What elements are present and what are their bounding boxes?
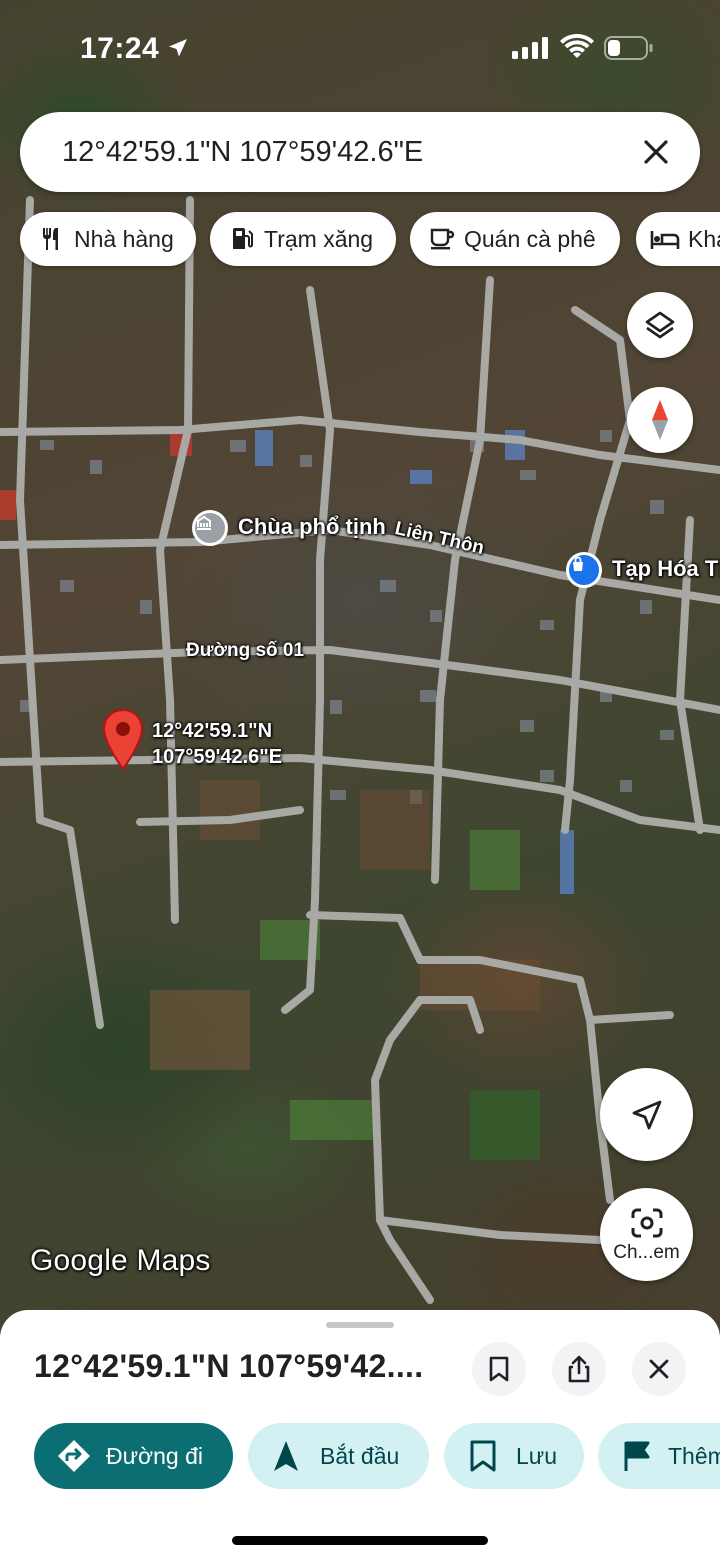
save-button[interactable]: Lưu (444, 1423, 584, 1489)
start-button[interactable]: Bắt đầu (248, 1423, 429, 1489)
pin-longitude: 107°59'42.6"E (152, 746, 283, 768)
my-location-button[interactable] (600, 1068, 693, 1161)
save-icon-button[interactable] (472, 1342, 526, 1396)
chip-label: Quán cà phê (464, 225, 596, 252)
coffee-icon (430, 228, 455, 250)
close-icon[interactable] (636, 132, 676, 172)
road-label-duong-so-01: Đường số 01 (186, 640, 305, 661)
temple-poi-icon[interactable] (192, 510, 228, 546)
lens-camera-button[interactable]: Ch...em (600, 1188, 693, 1281)
camera-lens-icon (631, 1208, 662, 1237)
map-layers-button[interactable] (627, 292, 693, 358)
wifi-icon (560, 34, 594, 58)
chip-label: Kha (688, 225, 720, 252)
shop-poi-icon[interactable] (566, 552, 602, 588)
chip-label: Nhà hàng (74, 225, 174, 252)
save-label: Lưu (516, 1442, 557, 1469)
pin-coordinates-label: 12°42'59.1"N 107°59'42.6"E (152, 718, 282, 770)
chip-coffee[interactable]: Quán cà phê (410, 212, 620, 266)
close-icon (649, 1359, 669, 1379)
directions-icon (58, 1440, 90, 1472)
flag-icon (624, 1441, 650, 1471)
chip-hotels[interactable]: Kha (636, 212, 720, 266)
sheet-drag-handle[interactable] (326, 1322, 394, 1328)
compass-button[interactable] (627, 387, 693, 453)
layers-icon (645, 311, 675, 339)
restaurant-icon (43, 228, 58, 250)
lens-button-label: Ch...em (613, 1241, 680, 1263)
directions-button[interactable]: Đường đi (34, 1423, 233, 1489)
more-label: Thêm (668, 1442, 720, 1469)
temple-label[interactable]: Chùa phổ tịnh (238, 514, 386, 540)
navigation-icon (274, 1441, 298, 1471)
hotel-icon (650, 231, 680, 249)
close-sheet-button[interactable] (632, 1342, 686, 1396)
start-label: Bắt đầu (320, 1442, 400, 1469)
cellular-signal-icon (512, 37, 548, 59)
gas-station-icon (233, 228, 253, 249)
chip-restaurants[interactable]: Nhà hàng (20, 212, 196, 266)
shop-label[interactable]: Tạp Hóa Th (612, 556, 720, 582)
dropped-pin-icon[interactable] (101, 708, 145, 772)
bookmark-icon (470, 1440, 496, 1472)
status-time: 17:24 (80, 32, 160, 65)
navigation-arrow-icon (632, 1100, 661, 1129)
chip-gas-stations[interactable]: Trạm xăng (210, 212, 396, 266)
share-icon (568, 1355, 590, 1383)
pin-latitude: 12°42'59.1"N (152, 720, 273, 742)
search-bar[interactable]: 12°42'59.1"N 107°59'42.6"E (20, 112, 700, 192)
search-query[interactable]: 12°42'59.1"N 107°59'42.6"E (62, 136, 423, 169)
home-indicator[interactable] (232, 1536, 488, 1545)
share-button[interactable] (552, 1342, 606, 1396)
battery-icon (604, 36, 653, 60)
google-maps-watermark: Google Maps (30, 1244, 211, 1277)
compass-icon (652, 400, 668, 440)
directions-label: Đường đi (106, 1442, 203, 1469)
bookmark-icon (489, 1356, 509, 1382)
place-bottom-sheet[interactable]: 12°42'59.1"N 107°59'42.... Đường đi Bắt … (0, 1310, 720, 1560)
place-title: 12°42'59.1"N 107°59'42.... (34, 1348, 424, 1384)
chip-label: Trạm xăng (264, 225, 374, 252)
more-button[interactable]: Thêm (598, 1423, 720, 1489)
location-services-icon (169, 39, 187, 57)
